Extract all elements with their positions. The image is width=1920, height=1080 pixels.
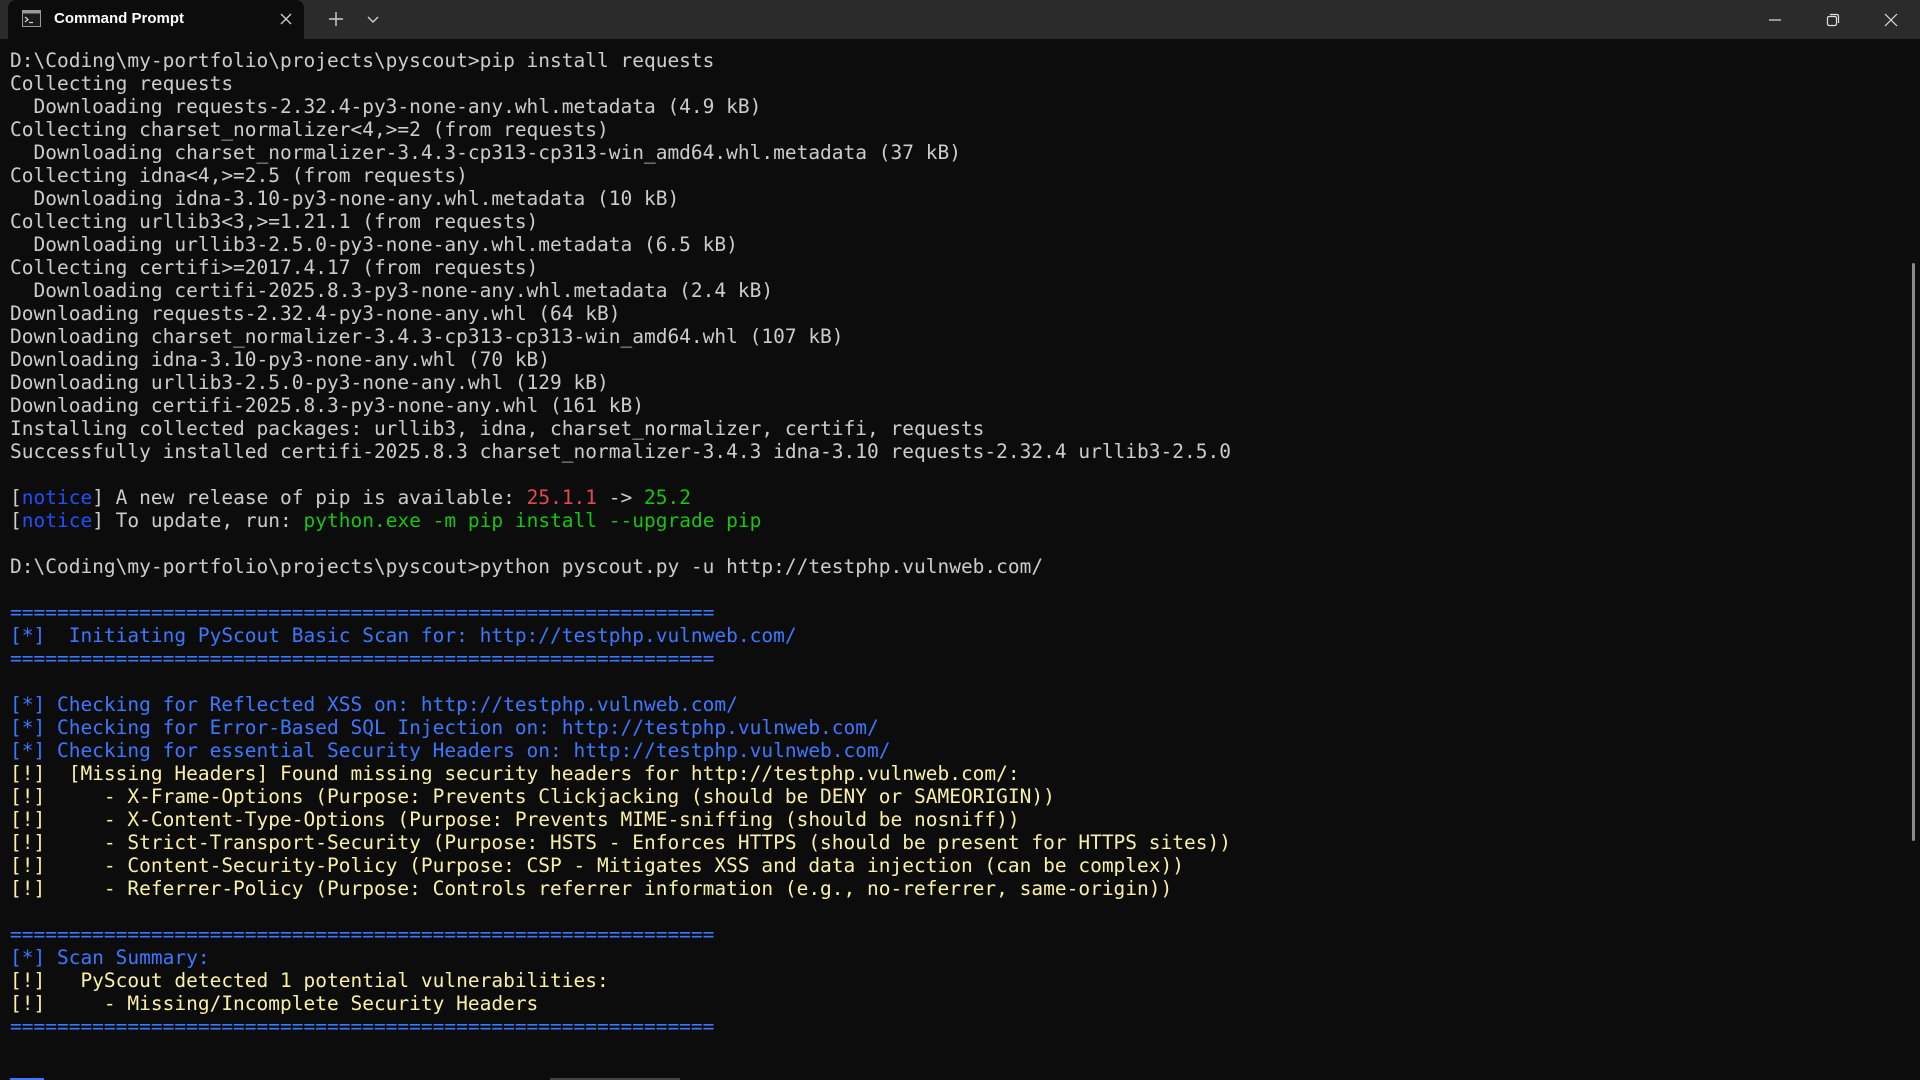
bracket: [	[10, 486, 22, 509]
warning-line: [!] - Strict-Transport-Security (Purpose…	[10, 831, 1231, 854]
scrollbar-thumb[interactable]	[1912, 263, 1915, 841]
scan-info-line: [*] Checking for essential Security Head…	[10, 739, 891, 762]
console-line: D:\Coding\my-portfolio\projects\pyscout>…	[10, 555, 1044, 578]
tab-menu-chevron-icon[interactable]	[364, 11, 382, 27]
warning-line: [!] - Missing/Incomplete Security Header…	[10, 992, 539, 1015]
pip-notice-line: [notice] To update, run: python.exe -m p…	[10, 509, 761, 532]
warning-line: [!] - Content-Security-Policy (Purpose: …	[10, 854, 1184, 877]
scan-info-line: [*] Checking for Reflected XSS on: http:…	[10, 693, 738, 716]
separator-line: ========================================…	[10, 923, 715, 946]
terminal-window: Command Prompt D:\Coding\my-portfolio\pr…	[0, 0, 1920, 1080]
maximize-icon	[1826, 13, 1840, 27]
console-output[interactable]: D:\Coding\my-portfolio\projects\pyscout>…	[0, 39, 1910, 1080]
pip-notice-line: [notice] A new release of pip is availab…	[10, 486, 691, 509]
summary-header: [*] Scan Summary:	[10, 946, 210, 969]
console-line: Installing collected packages: urllib3, …	[10, 417, 985, 440]
bracket: [	[10, 509, 22, 532]
close-button[interactable]	[1862, 0, 1920, 39]
console-line: Downloading certifi-2025.8.3-py3-none-an…	[10, 394, 644, 417]
warning-line: [!] - X-Frame-Options (Purpose: Prevents…	[10, 785, 1055, 808]
console-line: Downloading certifi-2025.8.3-py3-none-an…	[10, 279, 774, 302]
notice-text: ] To update, run:	[92, 509, 304, 532]
bottom-strip	[0, 1076, 1910, 1080]
new-version: 25.2	[644, 486, 691, 509]
console-line: Downloading idna-3.10-py3-none-any.whl (…	[10, 348, 551, 371]
separator-line: ========================================…	[10, 601, 715, 624]
scan-header: [*] Initiating PyScout Basic Scan for: h…	[10, 624, 797, 647]
console-line: Collecting charset_normalizer<4,>=2 (fro…	[10, 118, 609, 141]
vertical-scrollbar[interactable]	[1910, 39, 1920, 1080]
console-line: Downloading requests-2.32.4-py3-none-any…	[10, 302, 621, 325]
separator-line: ========================================…	[10, 1015, 715, 1038]
console-line: Collecting certifi>=2017.4.17 (from requ…	[10, 256, 539, 279]
warning-line: [!] - Referrer-Policy (Purpose: Controls…	[10, 877, 1173, 900]
console-line: Successfully installed certifi-2025.8.3 …	[10, 440, 1231, 463]
close-icon	[1884, 13, 1898, 27]
console-line: Collecting urllib3<3,>=1.21.1 (from requ…	[10, 210, 539, 233]
maximize-button[interactable]	[1804, 0, 1862, 39]
console-line: Downloading charset_normalizer-3.4.3-cp3…	[10, 325, 844, 348]
notice-text: ] A new release of pip is available:	[92, 486, 527, 509]
old-version: 25.1.1	[526, 486, 598, 509]
arrow: ->	[597, 486, 645, 509]
console-line: D:\Coding\my-portfolio\projects\pyscout>…	[10, 49, 715, 72]
warning-line: [!] - X-Content-Type-Options (Purpose: P…	[10, 808, 1020, 831]
console-line: Downloading idna-3.10-py3-none-any.whl.m…	[10, 187, 680, 210]
console-line: Downloading requests-2.32.4-py3-none-any…	[10, 95, 762, 118]
title-bar: Command Prompt	[0, 0, 1920, 39]
console-line: Collecting requests	[10, 72, 234, 95]
notice-tag: notice	[21, 486, 93, 509]
close-tab-icon[interactable]	[278, 11, 294, 27]
cmd-icon	[22, 10, 41, 27]
warning-line: [!] PyScout detected 1 potential vulnera…	[10, 969, 609, 992]
console-line: Downloading urllib3-2.5.0-py3-none-any.w…	[10, 371, 609, 394]
console-line: Downloading charset_normalizer-3.4.3-cp3…	[10, 141, 961, 164]
tab-command-prompt[interactable]: Command Prompt	[8, 0, 304, 39]
separator-line: ========================================…	[10, 647, 715, 670]
scan-info-line: [*] Checking for Error-Based SQL Injecti…	[10, 716, 879, 739]
warning-line: [!] [Missing Headers] Found missing secu…	[10, 762, 1020, 785]
notice-tag: notice	[21, 509, 93, 532]
tab-title: Command Prompt	[54, 10, 185, 27]
new-tab-icon[interactable]	[326, 9, 346, 29]
upgrade-command: python.exe -m pip install --upgrade pip	[303, 509, 762, 532]
minimize-button[interactable]	[1746, 0, 1804, 39]
minimize-icon	[1769, 19, 1781, 21]
console-line: Downloading urllib3-2.5.0-py3-none-any.w…	[10, 233, 738, 256]
console-line: Collecting idna<4,>=2.5 (from requests)	[10, 164, 468, 187]
